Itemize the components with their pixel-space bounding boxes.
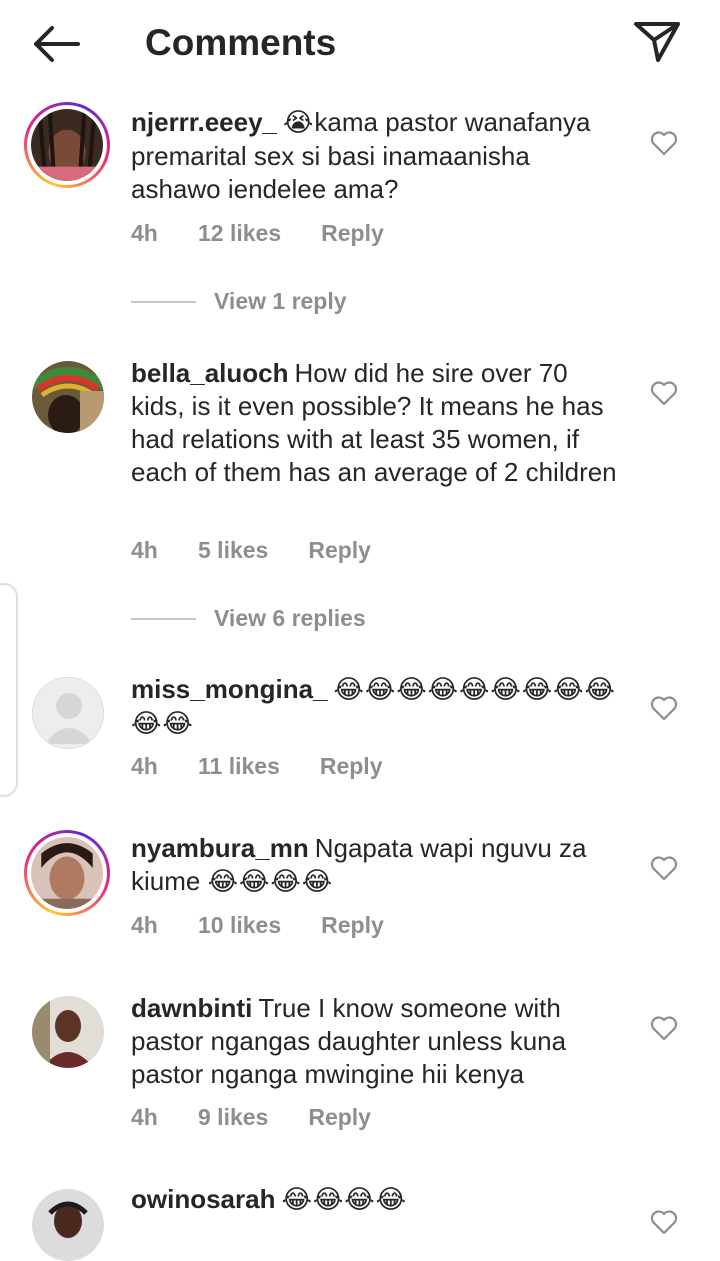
reply-button[interactable]: Reply <box>320 753 383 780</box>
comment-likes[interactable]: 12 likes <box>198 220 281 247</box>
avatar-image <box>32 996 104 1068</box>
reply-button[interactable]: Reply <box>308 1104 371 1131</box>
view-replies-button[interactable]: View 1 reply <box>131 288 347 315</box>
heart-icon[interactable] <box>650 695 678 721</box>
divider-line <box>131 300 196 303</box>
comment-body: nyambura_mn Ngapata wapi nguvu za kiume 😂… <box>131 832 621 899</box>
avatar-image <box>32 1189 104 1261</box>
laughing-emojis: 😂😂😂😂 <box>281 1185 408 1215</box>
top-bar: Comments <box>0 0 720 88</box>
crying-emoji: 😭 <box>283 108 315 138</box>
edge-handle[interactable] <box>0 583 18 797</box>
comment-meta: 4h 11 likes Reply <box>131 753 383 780</box>
comment-body: owinosarah 😂😂😂😂 <box>131 1183 621 1217</box>
avatar <box>31 109 103 181</box>
view-replies-label: View 1 reply <box>214 288 347 314</box>
view-replies-label: View 6 replies <box>214 605 366 631</box>
comment-time: 4h <box>131 1104 158 1130</box>
comment-body: njerrr.eeey_ 😭kama pastor wanafanya prema… <box>131 106 621 206</box>
comment-likes[interactable]: 10 likes <box>198 912 281 939</box>
heart-icon[interactable] <box>650 855 678 881</box>
comment-likes[interactable]: 11 likes <box>198 753 280 780</box>
comment-username[interactable]: owinosarah <box>131 1184 275 1214</box>
reply-button[interactable]: Reply <box>321 220 384 247</box>
arrow-left-icon[interactable] <box>28 22 84 66</box>
comment-meta: 4h 9 likes Reply <box>131 1104 371 1131</box>
comment-time: 4h <box>131 912 158 938</box>
avatar-story-ring[interactable] <box>24 830 110 916</box>
avatar <box>31 837 103 909</box>
avatar[interactable] <box>32 677 104 749</box>
comment-username[interactable]: nyambura_mn <box>131 833 309 863</box>
avatar[interactable] <box>32 996 104 1068</box>
comment-meta: 4h 10 likes Reply <box>131 912 384 939</box>
avatar-image <box>32 361 104 433</box>
comment-username[interactable]: bella_aluoch <box>131 358 289 388</box>
comment-likes[interactable]: 5 likes <box>198 537 268 564</box>
comment-time: 4h <box>131 220 158 246</box>
reply-button[interactable]: Reply <box>321 912 384 939</box>
divider-line <box>131 617 196 620</box>
reply-button[interactable]: Reply <box>308 537 371 564</box>
laughing-emojis: 😂😂😂😂 <box>207 867 334 897</box>
heart-icon[interactable] <box>650 380 678 406</box>
default-avatar-icon <box>33 678 103 748</box>
heart-icon[interactable] <box>650 1015 678 1041</box>
comment-username[interactable]: njerrr.eeey_ <box>131 107 277 137</box>
comment-username[interactable]: dawnbinti <box>131 993 252 1023</box>
comment-body: dawnbinti True I know someone with pastor… <box>131 992 621 1091</box>
comment-time: 4h <box>131 537 158 563</box>
comment-likes[interactable]: 9 likes <box>198 1104 268 1131</box>
avatar[interactable] <box>32 361 104 433</box>
comment-username[interactable]: miss_mongina_ <box>131 674 328 704</box>
comment-meta: 4h 12 likes Reply <box>131 220 384 247</box>
heart-icon[interactable] <box>650 130 678 156</box>
paper-plane-icon[interactable] <box>630 16 684 66</box>
comment-time: 4h <box>131 753 158 779</box>
page-title: Comments <box>145 22 337 63</box>
comment-body: miss_mongina_ 😂😂😂😂😂😂😂😂😂😂😂 <box>131 673 621 741</box>
avatar[interactable] <box>32 1189 104 1261</box>
comment-meta: 4h 5 likes Reply <box>131 537 371 564</box>
avatar-story-ring[interactable] <box>24 102 110 188</box>
view-replies-button[interactable]: View 6 replies <box>131 605 366 632</box>
heart-icon[interactable] <box>650 1209 678 1235</box>
comment-body: bella_aluoch How did he sire over 70 kids… <box>131 357 621 489</box>
